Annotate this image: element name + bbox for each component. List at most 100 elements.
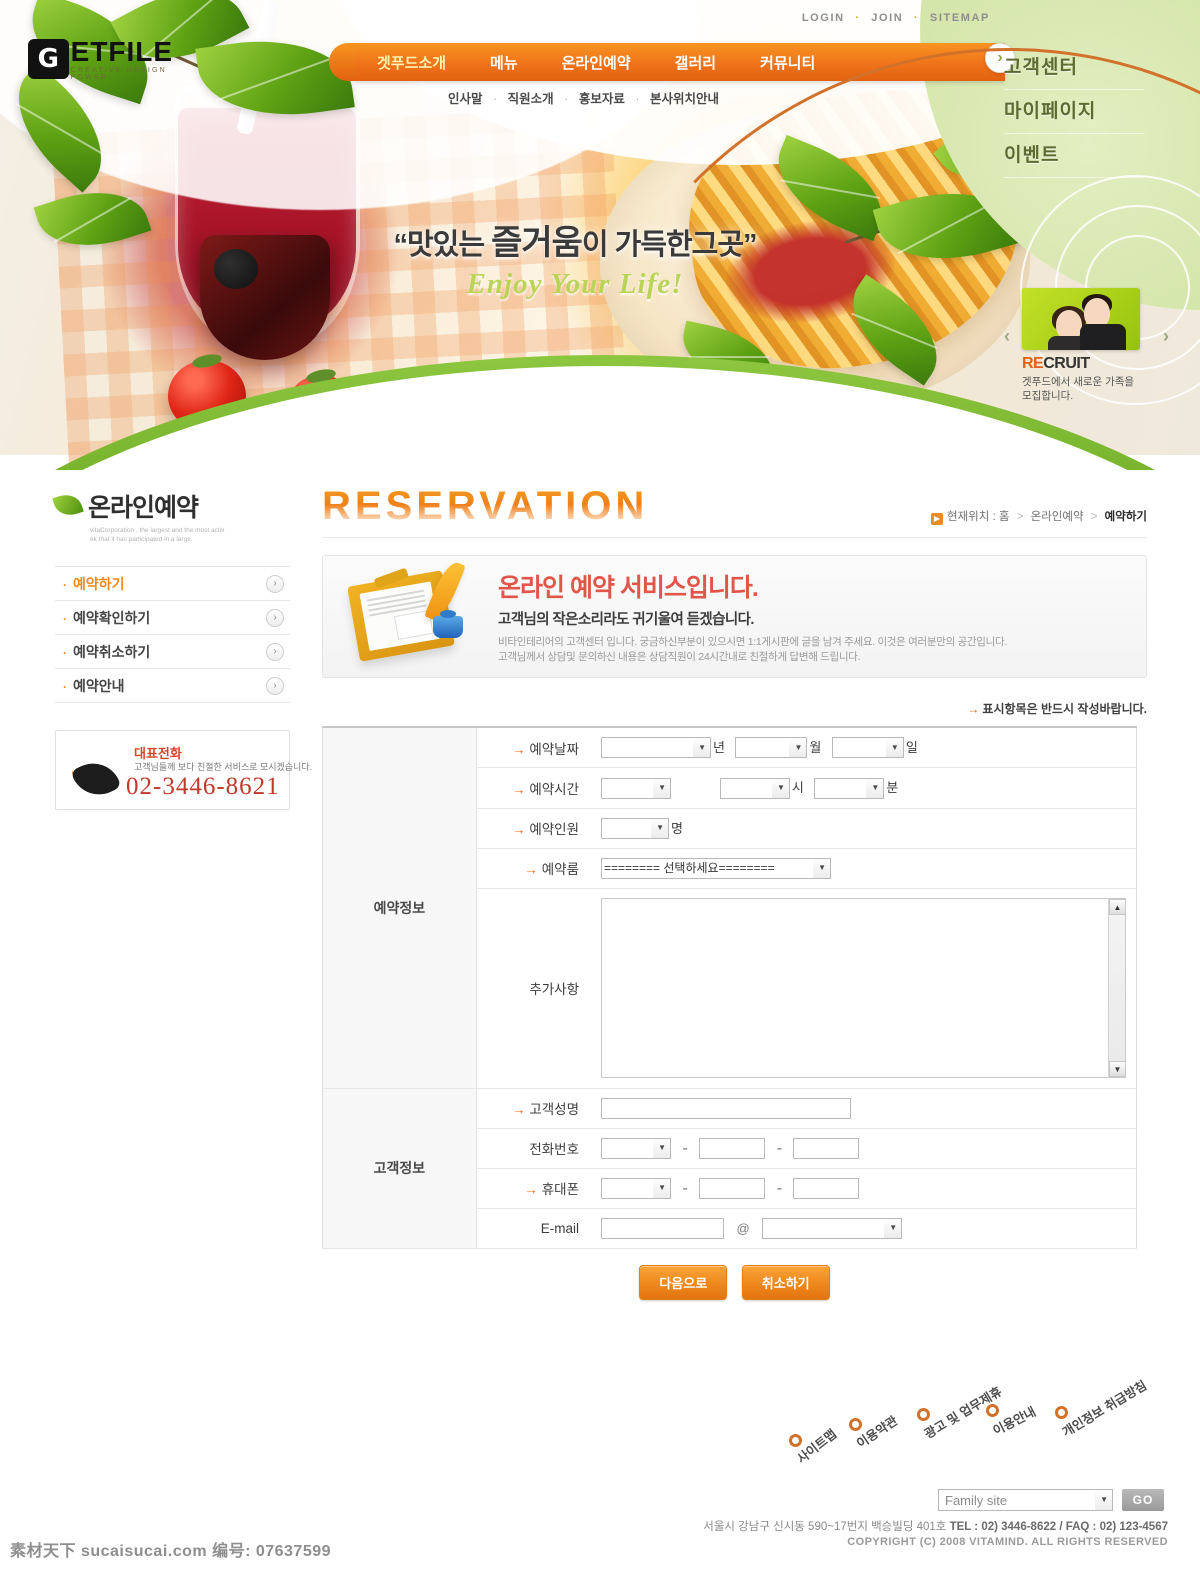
chevron-right-icon: › xyxy=(266,642,284,661)
breadcrumb-section[interactable]: 온라인예약 xyxy=(1031,511,1084,523)
reservation-day-select[interactable] xyxy=(831,737,904,759)
reservation-room-select[interactable]: ======== 선택하세요======== xyxy=(601,857,831,879)
cancel-button[interactable]: 취소하기 xyxy=(741,1264,830,1300)
unit-hour: 시 xyxy=(791,780,804,796)
footer-copyright: COPYRIGHT (C) 2008 VITAMIND. ALL RIGHTS … xyxy=(847,1536,1168,1548)
reservation-month-select[interactable] xyxy=(735,737,808,759)
at-symbol: @ xyxy=(736,1220,750,1236)
required-arrow-icon: → xyxy=(524,1182,538,1198)
sidebar-label-text: 예약하기 xyxy=(73,575,125,592)
logo-mark-icon: G xyxy=(28,39,69,79)
field-additional-notes: ▲ ▼ xyxy=(591,888,1137,1089)
customer-name-input[interactable] xyxy=(601,1097,851,1119)
telephone-last-input[interactable] xyxy=(793,1137,860,1159)
scroll-up-icon[interactable]: ▲ xyxy=(1109,899,1126,916)
clipboard-quill-icon xyxy=(323,556,498,677)
bullet-icon: · xyxy=(63,577,67,592)
sidebar-item-reservation-guide[interactable]: · 예약안내 › xyxy=(55,669,290,703)
sidebar-item-make-reservation[interactable]: · 예약하기 › xyxy=(55,567,290,601)
chevron-right-icon: › xyxy=(266,676,284,695)
utility-separator: · xyxy=(855,12,861,24)
sidebar-item-cancel-reservation[interactable]: · 예약취소하기 › xyxy=(55,635,290,669)
label-text: 휴대폰 xyxy=(541,1182,579,1198)
nav-item-gallery[interactable]: 갤러리 xyxy=(653,52,738,73)
phone-description: 고객님들께 보다 친절한 서비스로 모시겠습니다. xyxy=(134,762,313,772)
telephone-prefix-select[interactable] xyxy=(601,1137,671,1159)
reservation-people-select[interactable] xyxy=(601,817,669,839)
table-row: 예약정보 →예약날짜 년 월 일 xyxy=(322,727,1137,1089)
sidebar-item-label: · 예약안내 xyxy=(63,676,125,696)
reservation-form-table: 예약정보 →예약날짜 년 월 일 →예약시간 xyxy=(322,726,1137,1249)
reservation-ampm-select[interactable] xyxy=(601,777,671,799)
footer-link-terms[interactable]: 이용약관 xyxy=(852,1410,901,1451)
sidebar-item-label: · 예약확인하기 xyxy=(63,608,150,628)
nav-item-menu[interactable]: 메뉴 xyxy=(468,52,540,73)
field-email: @ xyxy=(591,1208,1137,1249)
reservation-minute-select[interactable] xyxy=(814,777,885,799)
bullet-icon: · xyxy=(63,645,67,660)
sidebar-label-text: 예약확인하기 xyxy=(73,609,151,626)
footer-link-sitemap[interactable]: 사이트맵 xyxy=(792,1424,840,1467)
breadcrumb-home[interactable]: 홈 xyxy=(999,511,1010,523)
sidebar-item-check-reservation[interactable]: · 예약확인하기 › xyxy=(55,601,290,635)
nav-item-intro[interactable]: 겟푸드소개 xyxy=(355,52,468,73)
info-subheading: 고객님의 작은소리라도 귀기울여 듣겠습니다. xyxy=(498,612,754,628)
room-select-wrap: ======== 선택하세요======== xyxy=(601,857,831,879)
mobile-prefix-select[interactable] xyxy=(601,1177,671,1199)
breadcrumb-prefix: 현재위치 : xyxy=(947,511,996,523)
sitemap-link[interactable]: SITEMAP xyxy=(930,12,990,24)
family-site-select[interactable]: Family site xyxy=(938,1489,1113,1511)
group-label-customer-info: 고객정보 xyxy=(322,1088,477,1249)
chevron-right-icon: › xyxy=(266,574,284,593)
reservation-hour-select[interactable] xyxy=(719,777,790,799)
sidebar-subtitle-line2: ek that it has participated in a large. xyxy=(90,536,193,543)
footer-tel: TEL : 02) 3446-8622 / FAQ : 02) 123-4567 xyxy=(949,1521,1168,1533)
mobile-mid-input[interactable] xyxy=(699,1177,766,1199)
inkpot-icon xyxy=(433,610,463,638)
subnav-item-pr[interactable]: 홍보자료 xyxy=(579,92,625,106)
join-link[interactable]: JOIN xyxy=(871,12,903,24)
subnav-item-location[interactable]: 본사위치안내 xyxy=(650,92,719,106)
breadcrumb: ▶ 현재위치 : 홈 > 온라인예약 > 예약하기 xyxy=(931,508,1147,525)
required-arrow-icon: → xyxy=(511,822,526,838)
sidebar-label-text: 예약취소하기 xyxy=(73,643,151,660)
info-paragraph: 비타인테리어의 고객센터 입니다. 궁금하신부분이 있으시면 1:1게시판에 글… xyxy=(498,635,1126,665)
field-reservation-room: ======== 선택하세요======== xyxy=(591,848,1137,889)
email-id-input[interactable] xyxy=(601,1217,724,1239)
footer-link-privacy[interactable]: 개인정보 취급방침 xyxy=(1058,1375,1150,1440)
login-link[interactable]: LOGIN xyxy=(802,12,845,24)
label-reservation-date: → 예약날짜 xyxy=(476,727,591,769)
mobile-last-input[interactable] xyxy=(793,1177,860,1199)
label-text: 예약시간 xyxy=(529,781,579,797)
label-additional-notes: 추가사항 xyxy=(476,888,591,1089)
email-domain-select[interactable] xyxy=(762,1217,903,1239)
nav-item-community[interactable]: 커뮤니티 xyxy=(738,52,837,73)
nav-item-reservation[interactable]: 온라인예약 xyxy=(540,52,653,73)
site-logo[interactable]: G ETFILE CREATIVE DESIGN POWER xyxy=(28,37,198,81)
subnav-item-greeting[interactable]: 인사말 xyxy=(448,92,483,106)
telephone-mid-input[interactable] xyxy=(699,1137,766,1159)
required-arrow-icon: → xyxy=(511,741,526,757)
info-heading: 온라인 예약 서비스입니다. xyxy=(498,574,759,602)
textarea-scrollbar[interactable]: ▲ ▼ xyxy=(1108,899,1126,1078)
label-email: E-mail xyxy=(476,1208,591,1249)
required-note-text: 표시항목은 반드시 작성바랍니다. xyxy=(982,702,1147,716)
sidebar-item-label: · 예약취소하기 xyxy=(63,642,150,662)
unit-month: 월 xyxy=(809,740,822,755)
textarea-wrap: ▲ ▼ xyxy=(601,898,1126,1079)
subnav-item-staff[interactable]: 직원소개 xyxy=(508,92,554,106)
scroll-down-icon[interactable]: ▼ xyxy=(1109,1061,1126,1078)
field-customer-name xyxy=(591,1088,1137,1129)
utility-links: LOGIN · JOIN · SITEMAP xyxy=(802,12,990,24)
family-site-select-wrap: Family site xyxy=(938,1489,1113,1511)
next-button[interactable]: 다음으로 xyxy=(639,1264,728,1300)
field-reservation-time: 시 분 xyxy=(591,767,1137,809)
month-select-wrap xyxy=(735,737,808,759)
breadcrumb-separator: > xyxy=(1016,511,1024,523)
leaf-icon xyxy=(52,490,84,520)
go-button[interactable]: GO xyxy=(1122,1489,1164,1511)
family-site-wrap: Family site xyxy=(938,1489,1113,1511)
additional-notes-textarea[interactable] xyxy=(601,898,1126,1079)
label-reservation-time: → 예약시간 xyxy=(476,767,591,809)
reservation-year-select[interactable] xyxy=(601,737,711,759)
